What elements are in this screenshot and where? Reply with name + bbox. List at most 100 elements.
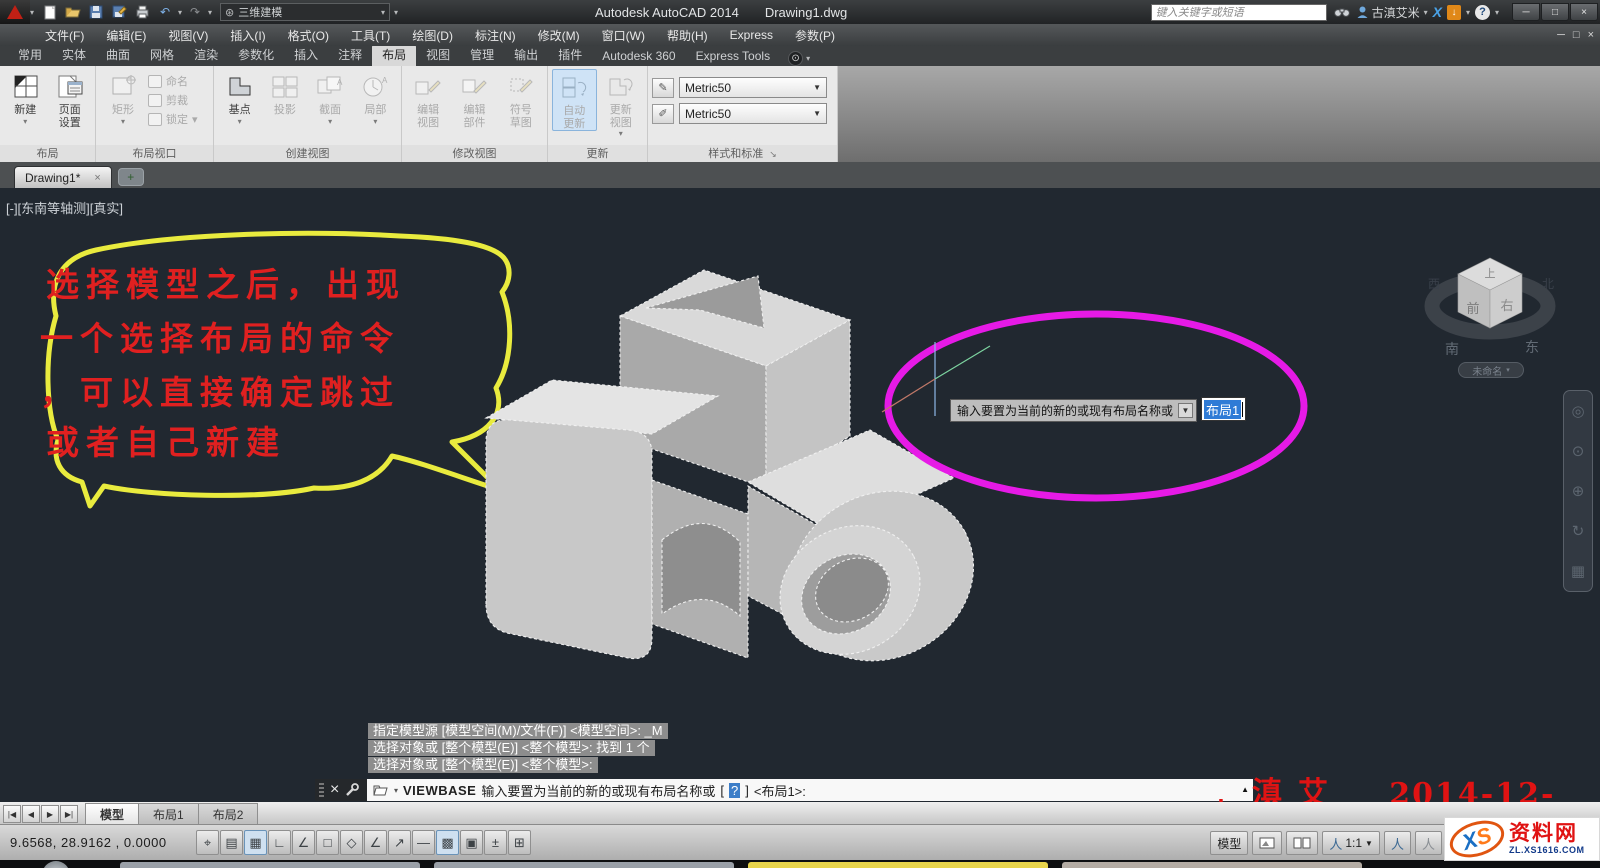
auto-update-button[interactable]: 自动更新 bbox=[552, 69, 597, 131]
restore-button[interactable]: □ bbox=[1541, 3, 1569, 21]
menu-tools[interactable]: 工具(T) bbox=[340, 24, 401, 46]
viewcube-top-face[interactable]: 上 bbox=[1485, 267, 1496, 280]
drawing-canvas[interactable]: [-][东南等轴测][真实] bbox=[0, 188, 1600, 802]
dynamic-input-toggle[interactable]: ↗ bbox=[388, 830, 411, 855]
annotation-visibility-button[interactable]: 人 bbox=[1384, 831, 1411, 855]
exchange-x-icon[interactable]: X bbox=[1433, 4, 1442, 20]
annotation-scale-button[interactable]: 人 1:1 ▼ bbox=[1322, 831, 1380, 855]
ribbon-tab-insert[interactable]: 插入 bbox=[284, 44, 328, 66]
new-drawing-tab-button[interactable]: + bbox=[118, 168, 144, 186]
edit-view-button[interactable]: 编辑视图 bbox=[406, 69, 450, 129]
clip-viewport-button[interactable]: 剪裁 bbox=[148, 92, 198, 108]
save-as-icon[interactable] bbox=[109, 3, 129, 21]
selection-cycling-toggle[interactable]: ± bbox=[484, 830, 507, 855]
new-layout-button[interactable]: 新建 ▾ bbox=[4, 69, 47, 126]
model-space-button[interactable]: 模型 bbox=[1210, 831, 1248, 855]
ribbon-tab-manage[interactable]: 管理 bbox=[460, 44, 504, 66]
viewcube[interactable]: 上 前 右 西 北 南 东 bbox=[1428, 258, 1554, 357]
search-input[interactable]: 键入关键字或短语 bbox=[1151, 4, 1327, 21]
open-file-icon[interactable] bbox=[63, 3, 83, 21]
redo-dropdown-icon[interactable]: ▾ bbox=[208, 8, 212, 17]
customize-wrench-icon[interactable] bbox=[345, 783, 359, 797]
recent-commands-icon[interactable] bbox=[373, 784, 389, 796]
viewport-controls-label[interactable]: [-][东南等轴测][真实] bbox=[6, 198, 123, 217]
command-close-icon[interactable]: × bbox=[330, 781, 339, 799]
search-binoculars-icon[interactable] bbox=[1332, 3, 1352, 21]
undo-icon[interactable]: ↶ bbox=[155, 3, 175, 21]
drag-handle-icon[interactable] bbox=[319, 783, 324, 797]
viewcube-south-label[interactable]: 南 bbox=[1445, 341, 1459, 357]
panel-title-styles-standards[interactable]: 样式和标准 ↘ bbox=[648, 145, 837, 162]
viewcube-north-label[interactable]: 北 bbox=[1542, 277, 1554, 291]
edit-components-button[interactable]: 编辑部件 bbox=[452, 69, 496, 129]
ribbon-tab-annotate[interactable]: 注释 bbox=[328, 44, 372, 66]
menu-dimension[interactable]: 标注(N) bbox=[464, 24, 527, 46]
detail-view-dropdown-icon[interactable]: ▾ bbox=[373, 117, 377, 126]
print-icon[interactable] bbox=[132, 3, 152, 21]
file-tab-close-icon[interactable]: × bbox=[94, 172, 100, 184]
logo-dropdown-icon[interactable]: ▾ bbox=[30, 8, 34, 17]
dynamic-input-options-icon[interactable]: ▼ bbox=[1178, 403, 1193, 418]
autoscale-button[interactable]: 人 bbox=[1415, 831, 1442, 855]
undo-dropdown-icon[interactable]: ▾ bbox=[178, 8, 182, 17]
ribbon-options-button[interactable]: ⊙ ▾ bbox=[788, 51, 810, 66]
file-tab-drawing1[interactable]: Drawing1* × bbox=[14, 166, 112, 188]
ribbon-tab-home[interactable]: 常用 bbox=[8, 44, 52, 66]
lock-viewport-button[interactable]: 锁定 ▾ bbox=[148, 111, 198, 127]
panel-title-layout[interactable]: 布局 bbox=[0, 145, 95, 162]
section-view-dropdown-icon[interactable]: ▾ bbox=[328, 117, 332, 126]
taskbar-item[interactable] bbox=[434, 862, 734, 868]
close-button[interactable]: × bbox=[1570, 3, 1598, 21]
ribbon-tab-solid[interactable]: 实体 bbox=[52, 44, 96, 66]
coordinates-readout[interactable]: 9.6568, 28.9162 , 0.0000 bbox=[0, 835, 196, 850]
ribbon-tab-render[interactable]: 渲染 bbox=[184, 44, 228, 66]
prev-tab-button[interactable]: ◀ bbox=[22, 805, 40, 823]
ortho-toggle[interactable]: ∟ bbox=[268, 830, 291, 855]
command-bar-grip[interactable]: × bbox=[315, 779, 367, 801]
otrack-toggle[interactable]: ∠ bbox=[364, 830, 387, 855]
ribbon-tab-view[interactable]: 视图 bbox=[416, 44, 460, 66]
ribbon-tab-layout[interactable]: 布局 bbox=[372, 44, 416, 66]
lineweight-toggle[interactable]: — bbox=[412, 830, 435, 855]
dim-style-combo[interactable]: Metric50 ▼ bbox=[679, 77, 827, 98]
taskbar-item[interactable] bbox=[1062, 862, 1362, 868]
detail-view-button[interactable]: A 局部 ▾ bbox=[354, 69, 397, 126]
start-orb[interactable] bbox=[42, 861, 70, 868]
base-view-button[interactable]: 基点 ▾ bbox=[218, 69, 261, 126]
base-view-dropdown-icon[interactable]: ▾ bbox=[238, 117, 242, 126]
showmotion-icon[interactable]: ▦ bbox=[1571, 562, 1585, 580]
menu-modify[interactable]: 修改(M) bbox=[527, 24, 591, 46]
viewcube-right-face[interactable]: 右 bbox=[1500, 298, 1513, 313]
ribbon-tab-mesh[interactable]: 网格 bbox=[140, 44, 184, 66]
dim-style-icon[interactable]: ✎ bbox=[652, 78, 674, 98]
steering-wheel-icon[interactable]: ◎ bbox=[1571, 402, 1584, 420]
ribbon-tab-parametric[interactable]: 参数化 bbox=[228, 44, 284, 66]
projected-view-button[interactable]: 投影 bbox=[263, 69, 306, 117]
command-input[interactable]: ▾ VIEWBASE 输入要置为当前的新的或现有布局名称或 [ ? ] <布局1… bbox=[367, 779, 1253, 801]
menu-express[interactable]: Express bbox=[719, 24, 784, 46]
rect-viewport-dropdown-icon[interactable]: ▾ bbox=[121, 117, 125, 126]
panel-title-update[interactable]: 更新 bbox=[548, 145, 647, 162]
section-view-button[interactable]: A 截面 ▾ bbox=[309, 69, 352, 126]
redo-icon[interactable]: ↷ bbox=[185, 3, 205, 21]
panel-expander-icon[interactable]: ↘ bbox=[769, 146, 777, 162]
doc-minimize-icon[interactable]: ─ bbox=[1557, 29, 1565, 41]
minimize-button[interactable]: ─ bbox=[1512, 3, 1540, 21]
grid-dots-toggle[interactable]: ▤ bbox=[220, 830, 243, 855]
lock-viewport-dropdown-icon[interactable]: ▾ bbox=[192, 113, 198, 126]
symbol-style-icon[interactable]: ✐ bbox=[652, 104, 674, 124]
model-tab[interactable]: 模型 bbox=[85, 803, 139, 824]
layout1-tab[interactable]: 布局1 bbox=[138, 803, 199, 824]
help-dropdown-icon[interactable]: ▾ bbox=[1495, 8, 1499, 17]
doc-close-icon[interactable]: × bbox=[1588, 29, 1594, 41]
download-apps-icon[interactable]: ↓ bbox=[1447, 5, 1461, 20]
quick-view-layouts-icon[interactable] bbox=[1252, 831, 1282, 855]
save-icon[interactable] bbox=[86, 3, 106, 21]
rect-viewport-button[interactable]: 矩形 ▾ bbox=[100, 69, 146, 126]
viewcube-west-label[interactable]: 西 bbox=[1428, 277, 1440, 291]
panel-title-create-view[interactable]: 创建视图 bbox=[214, 145, 401, 162]
ucs-selector[interactable]: 未命名 ▾ bbox=[1458, 362, 1524, 378]
menu-view[interactable]: 视图(V) bbox=[157, 24, 219, 46]
page-setup-button[interactable]: 页面设置 bbox=[49, 69, 92, 129]
osnap3d-toggle[interactable]: ◇ bbox=[340, 830, 363, 855]
